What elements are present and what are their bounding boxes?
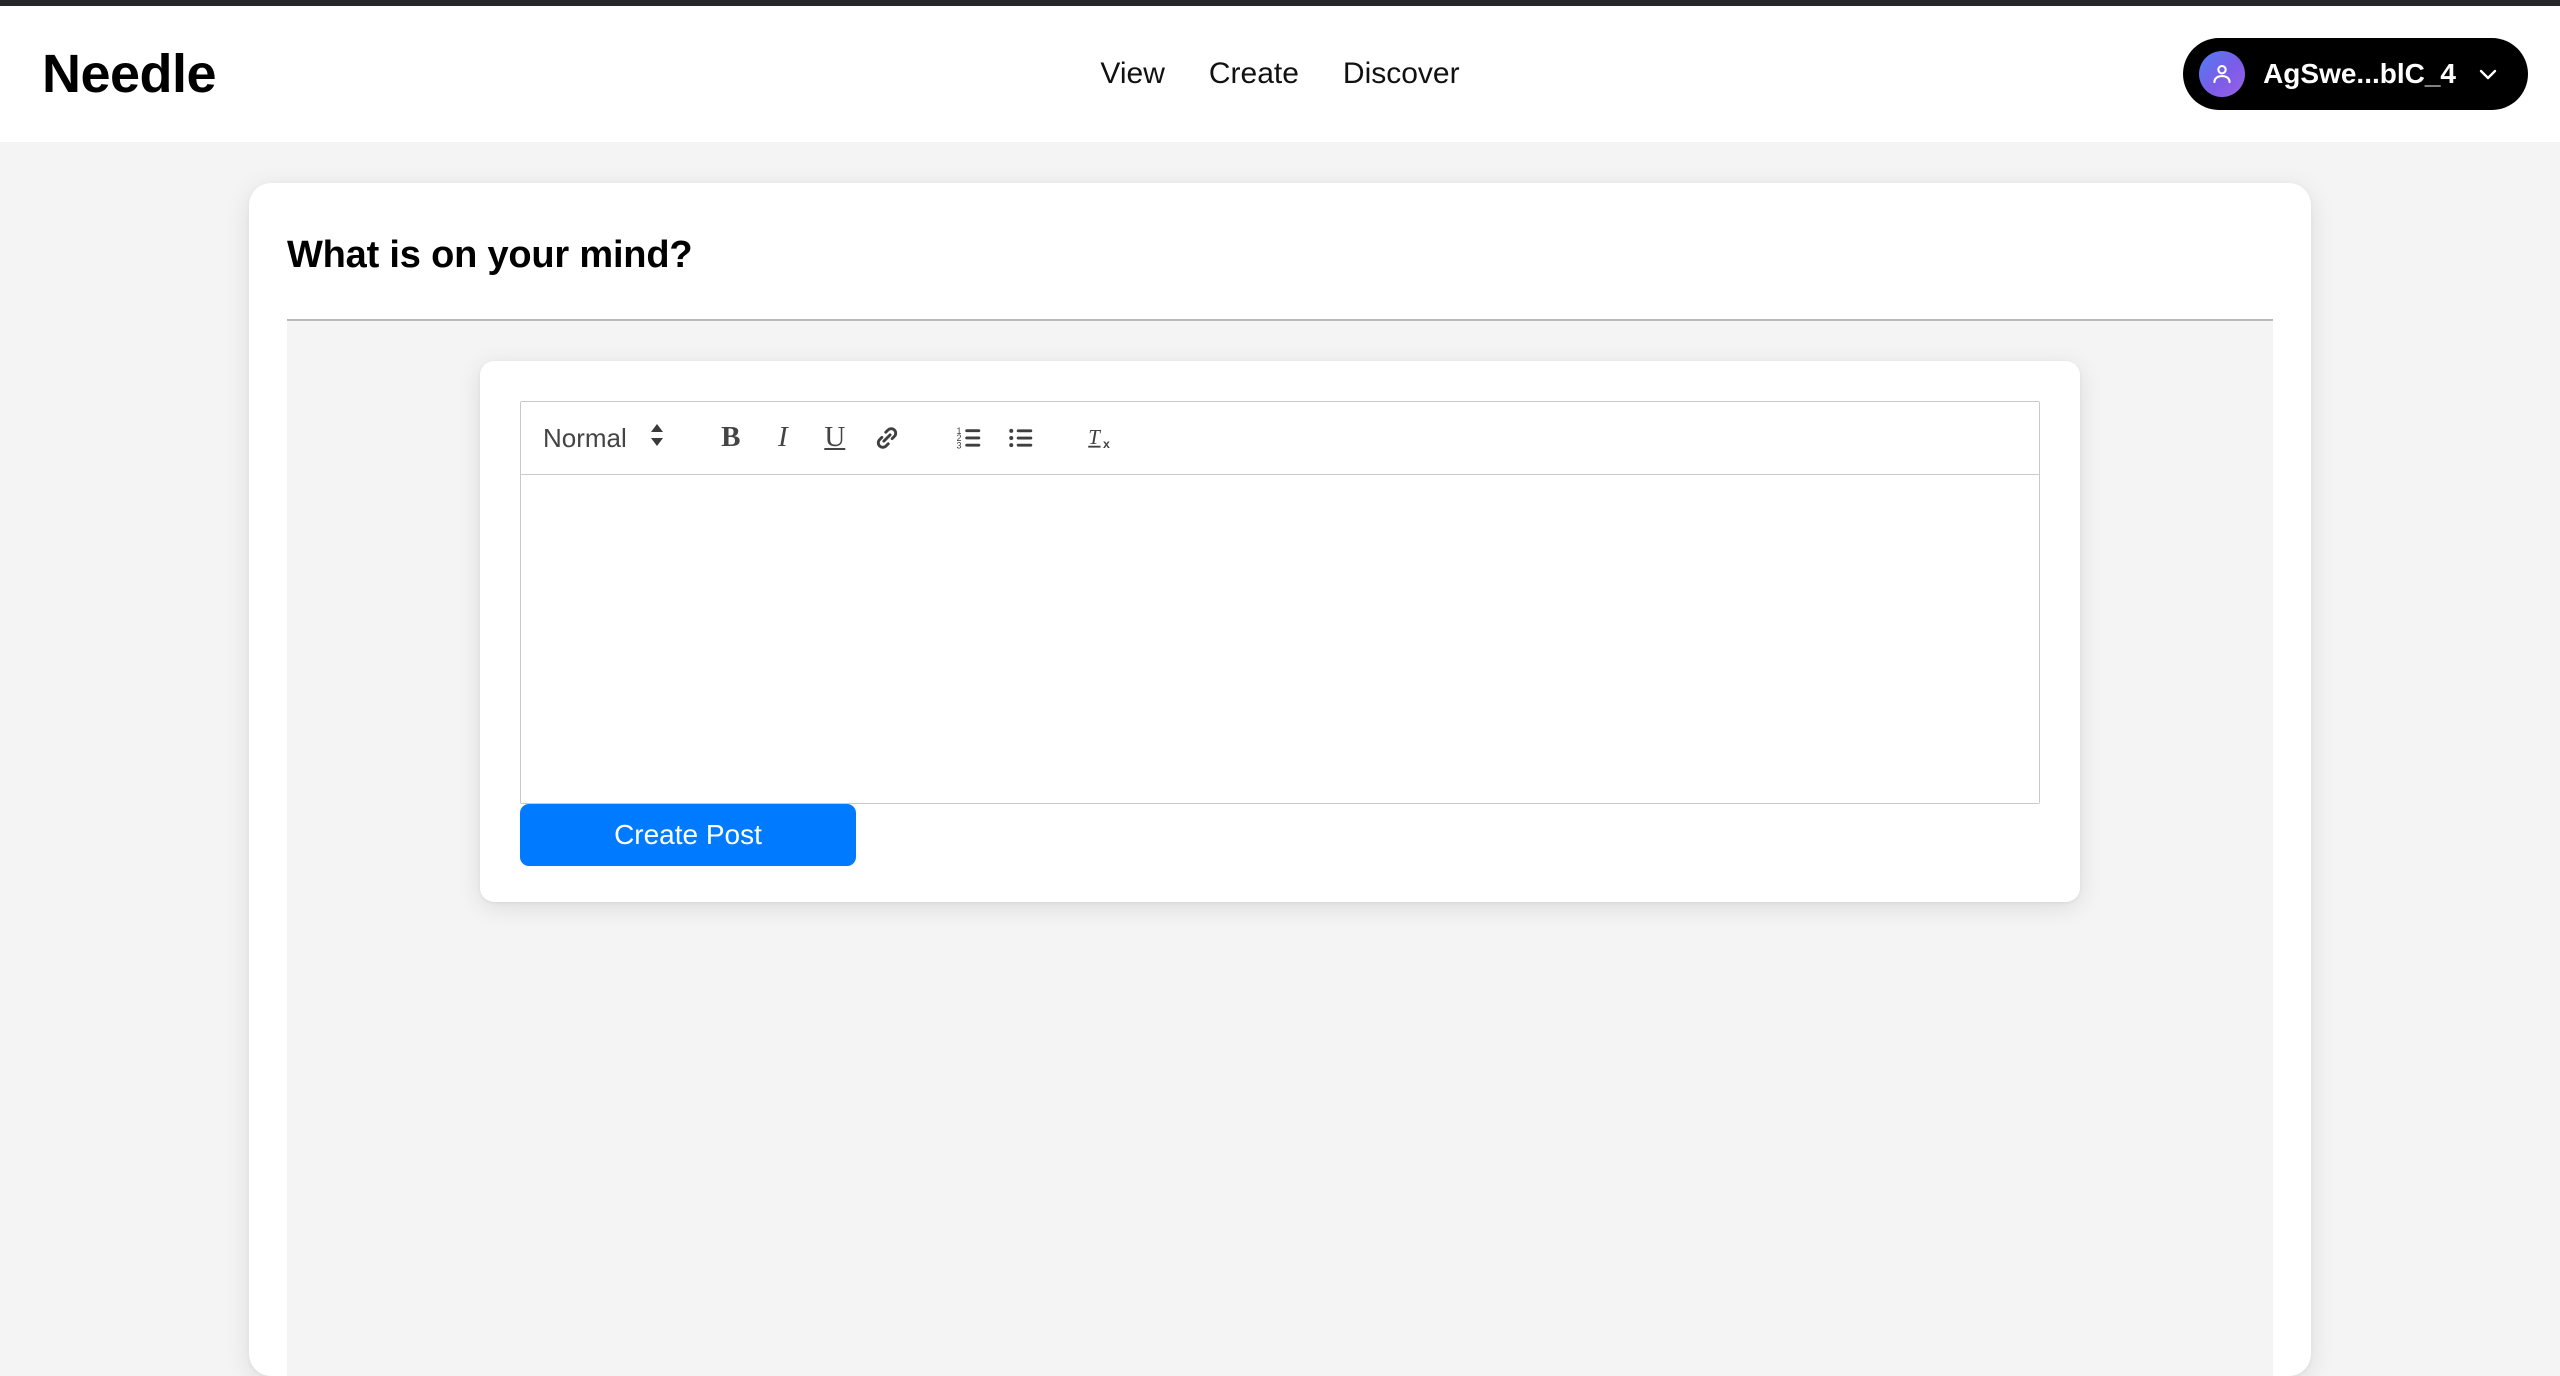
up-down-chevron-icon xyxy=(649,422,665,453)
main-navigation: View Create Discover xyxy=(1100,59,1459,89)
underline-icon: U xyxy=(824,421,846,454)
svg-text:x: x xyxy=(1103,437,1110,451)
nav-link-create[interactable]: Create xyxy=(1209,59,1299,89)
rich-text-editor: Normal B I U 1 2 3 T x xyxy=(520,400,2040,804)
site-header: Needle View Create Discover AgSwe...blC_… xyxy=(0,6,2560,142)
page-title: What is on your mind? xyxy=(287,234,693,276)
bold-button[interactable]: B xyxy=(705,412,757,464)
ordered-list-button[interactable]: 1 2 3 xyxy=(943,412,995,464)
underline-button[interactable]: U xyxy=(809,412,861,464)
editor-toolbar: Normal B I U 1 2 3 T x xyxy=(521,401,2039,475)
text-style-group: B I U xyxy=(705,412,913,464)
user-menu-button[interactable]: AgSwe...blC_4 xyxy=(2183,38,2528,110)
chevron-down-icon xyxy=(2476,62,2500,86)
italic-icon: I xyxy=(777,421,788,454)
clear-formatting-icon: T x xyxy=(1088,425,1110,451)
clear-group: T x xyxy=(1077,412,1129,464)
composer-surface: Normal B I U 1 2 3 T x Create Post xyxy=(287,320,2273,1376)
ordered-list-icon: 1 2 3 xyxy=(956,426,981,450)
link-button[interactable] xyxy=(861,412,913,464)
format-select-value: Normal xyxy=(543,422,627,453)
link-icon xyxy=(876,427,897,449)
svg-text:T: T xyxy=(1088,425,1101,449)
format-select[interactable]: Normal xyxy=(533,416,675,459)
brand-logo[interactable]: Needle xyxy=(42,47,217,101)
create-post-button[interactable]: Create Post xyxy=(520,803,856,866)
italic-button[interactable]: I xyxy=(757,412,809,464)
clear-formatting-button[interactable]: T x xyxy=(1077,412,1129,464)
nav-link-discover[interactable]: Discover xyxy=(1343,59,1460,89)
post-content-input[interactable] xyxy=(521,474,2039,803)
list-group: 1 2 3 xyxy=(943,412,1047,464)
editor-card: Normal B I U 1 2 3 T x Create Post xyxy=(480,360,2080,902)
nav-link-view[interactable]: View xyxy=(1100,59,1164,89)
bullet-list-icon xyxy=(1009,428,1033,447)
person-icon xyxy=(2213,64,2231,84)
card-header: What is on your mind? xyxy=(249,183,2311,321)
bullet-list-button[interactable] xyxy=(995,412,1047,464)
page-area: What is on your mind? Normal B I U 1 2 3… xyxy=(0,142,2560,1376)
svg-text:3: 3 xyxy=(956,440,961,450)
editor-actions: Create Post xyxy=(520,803,2040,866)
user-menu-label: AgSwe...blC_4 xyxy=(2263,58,2456,89)
bold-icon: B xyxy=(721,421,741,454)
create-post-card: What is on your mind? Normal B I U 1 2 3… xyxy=(249,183,2311,1376)
avatar xyxy=(2199,51,2246,97)
